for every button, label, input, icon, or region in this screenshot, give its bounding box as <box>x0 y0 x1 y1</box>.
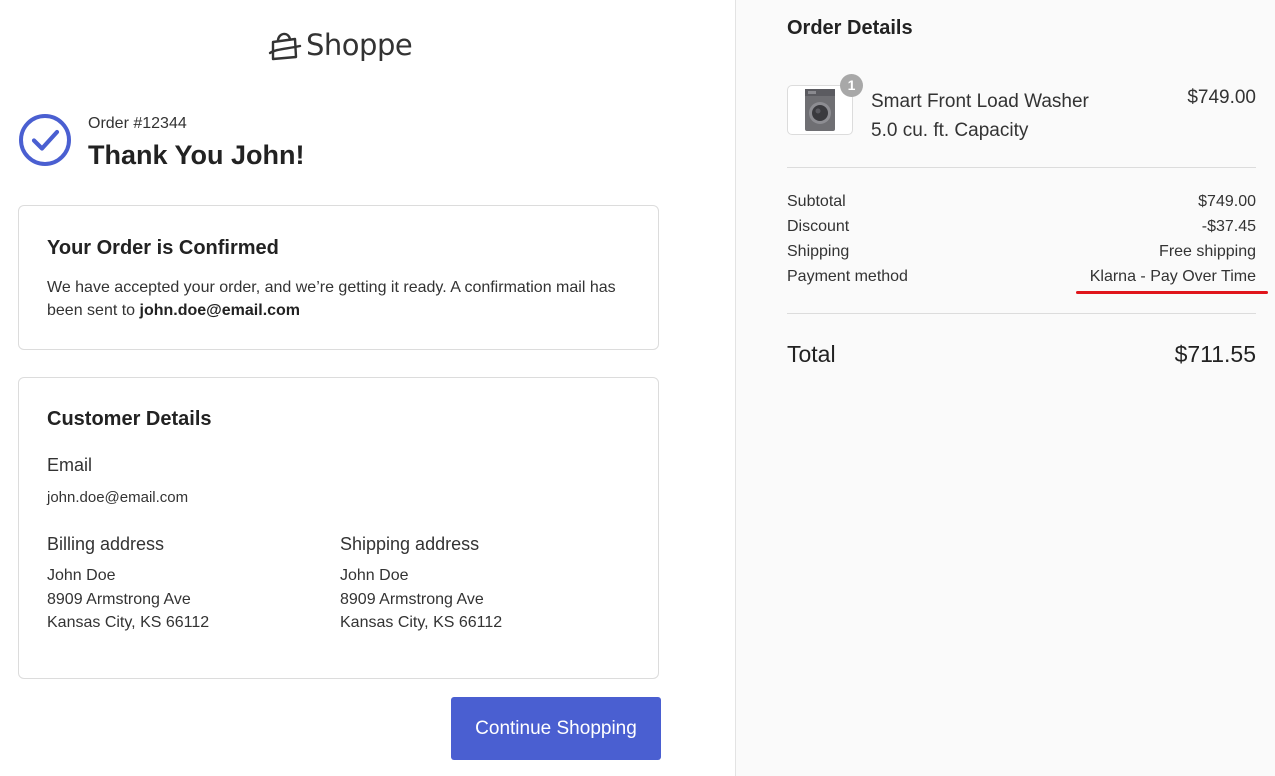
summary-row-subtotal: Subtotal $749.00 <box>787 193 1256 218</box>
billing-street: 8909 Armstrong Ave <box>47 590 191 608</box>
summary-label: Subtotal <box>787 193 846 210</box>
brand-logo[interactable]: Shoppe <box>266 24 413 66</box>
shipping-street: 8909 Armstrong Ave <box>340 590 484 608</box>
summary-label: Discount <box>787 218 850 235</box>
order-details-title: Order Details <box>787 17 913 39</box>
order-confirmed-card: Your Order is Confirmed We have accepted… <box>18 205 659 350</box>
order-number: Order #12344 <box>88 115 187 132</box>
item-price: $749.00 <box>1187 87 1256 108</box>
billing-address-label: Billing address <box>47 534 165 554</box>
shipping-address-label: Shipping address <box>340 534 480 554</box>
email-label: Email <box>47 455 93 475</box>
confirmed-email: john.doe@email.com <box>139 302 301 319</box>
summary-row-shipping: Shipping Free shipping <box>787 243 1256 268</box>
shipping-city: Kansas City, KS 66112 <box>340 614 503 631</box>
item-name-line1: Smart Front Load Washer <box>871 91 1089 112</box>
total-value: $711.55 <box>1174 341 1256 367</box>
summary-label: Shipping <box>787 243 850 260</box>
summary-label: Payment method <box>787 268 908 285</box>
divider <box>787 313 1256 314</box>
shipping-address: John Doe 8909 Armstrong Ave Kansas City,… <box>340 564 502 635</box>
brand-name: Shoppe <box>306 28 413 62</box>
summary-value: $749.00 <box>1198 193 1256 210</box>
summary-value: Free shipping <box>1159 243 1256 260</box>
check-circle-icon <box>19 114 71 166</box>
confirmed-message: We have accepted your order, and we’re g… <box>47 276 637 322</box>
total-label: Total <box>787 341 836 367</box>
shipping-name: John Doe <box>340 567 409 584</box>
summary-row-discount: Discount -$37.45 <box>787 218 1256 243</box>
item-name-line2: 5.0 cu. ft. Capacity <box>871 120 1029 141</box>
email-value: john.doe@email.com <box>47 489 189 506</box>
summary-row-payment-method: Payment method Klarna - Pay Over Time <box>787 268 1256 293</box>
billing-name: John Doe <box>47 567 116 584</box>
customer-details-card: Customer Details Email john.doe@email.co… <box>18 377 659 679</box>
page-title: Thank You John! <box>88 140 305 170</box>
quantity-badge: 1 <box>840 74 863 97</box>
order-details-panel: Order Details 1 Smart Front Load Washer … <box>735 0 1275 776</box>
shopping-bag-icon <box>268 32 302 61</box>
continue-shopping-button[interactable]: Continue Shopping <box>451 697 661 760</box>
summary-value: Klarna - Pay Over Time <box>1089 268 1256 285</box>
summary-value: -$37.45 <box>1201 218 1256 235</box>
confirmed-title: Your Order is Confirmed <box>47 237 279 259</box>
divider <box>787 167 1256 168</box>
confirmation-panel: Shoppe Order #12344 Thank You John! Your… <box>0 0 735 776</box>
payment-method-highlight <box>1076 291 1268 294</box>
customer-details-title: Customer Details <box>47 408 212 430</box>
item-name: Smart Front Load Washer 5.0 cu. ft. Capa… <box>871 87 1089 145</box>
confirmed-message-text: We have accepted your order, and we’re g… <box>47 279 616 319</box>
billing-city: Kansas City, KS 66112 <box>47 614 210 631</box>
billing-address: John Doe 8909 Armstrong Ave Kansas City,… <box>47 564 209 635</box>
